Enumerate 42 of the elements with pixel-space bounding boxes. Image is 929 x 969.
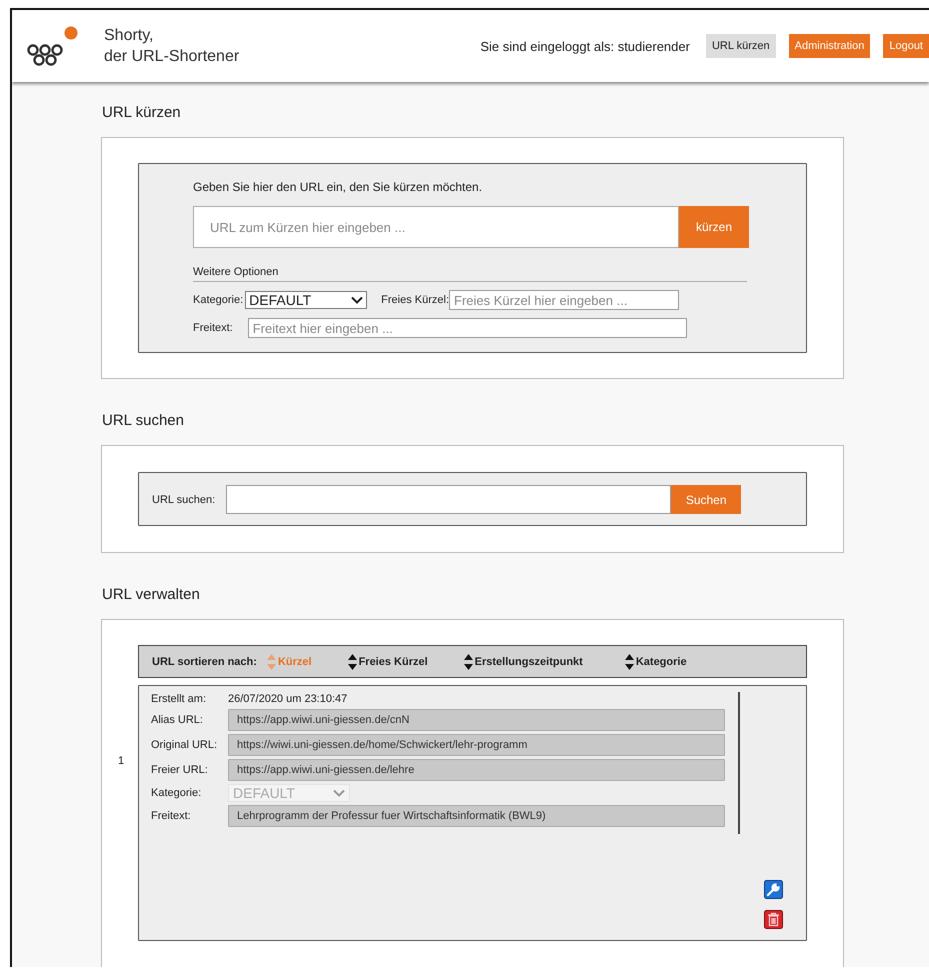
sort-label: URL sortieren nach:: [152, 656, 257, 668]
sort-option[interactable]: Erstellungszeitpunkt: [464, 654, 583, 670]
section-title: URL kürzen: [102, 104, 182, 121]
readonly-field: https://app.wiwi.uni-giessen.de/lehre: [228, 759, 725, 781]
chevron-down-icon: [351, 296, 364, 304]
sort-icon: [348, 654, 357, 670]
readonly-field: Lehrprogramm der Professur fuer Wirtschaftsinformatik (BWL9): [228, 805, 725, 827]
app-title: Shorty, der URL-Shortener: [104, 26, 240, 67]
login-status: Sie sind eingeloggt als: studierender: [480, 38, 690, 54]
sort-option[interactable]: Freies Kürzel: [348, 654, 428, 670]
field-label: Original URL:: [151, 739, 218, 751]
field-label: URL suchen:: [152, 494, 216, 506]
category-select: DEFAULT: [228, 784, 350, 802]
search-input[interactable]: [226, 485, 672, 514]
field-label: Alias URL:: [151, 714, 204, 726]
section-title: URL suchen: [102, 412, 185, 429]
sort-icon: [266, 654, 276, 670]
readonly-field: https://app.wiwi.uni-giessen.de/cnN: [228, 709, 725, 731]
sort-option[interactable]: Kategorie: [624, 654, 687, 670]
category-select[interactable]: DEFAULT: [245, 291, 368, 309]
instruction-text: Geben Sie hier den URL ein, den Sie kürzen möchten.: [193, 180, 484, 194]
field-label: Kategorie:: [193, 294, 244, 306]
delete-trash-icon[interactable]: [764, 910, 783, 929]
chevron-down-icon: [333, 789, 345, 797]
alias-input[interactable]: Freies Kürzel hier eingeben ...: [449, 290, 680, 310]
field-label: Freitext:: [151, 810, 192, 822]
sort-icon: [624, 654, 634, 670]
section-title: URL verwalten: [102, 586, 201, 603]
url-input[interactable]: URL zum Kürzen hier eingeben ...: [193, 206, 679, 248]
sort-icon: [464, 654, 473, 670]
field-label: Erstellt am:: [151, 693, 208, 705]
field-label: Freitext:: [193, 322, 233, 334]
edit-wrench-icon[interactable]: [764, 880, 783, 899]
freetext-input[interactable]: Freitext hier eingeben ...: [248, 318, 687, 338]
options-heading: Weitere Optionen: [193, 266, 747, 282]
nav-button[interactable]: URL kürzen: [706, 34, 776, 58]
field-label: Kategorie:: [151, 787, 202, 799]
readonly-field: https://wiwi.uni-giessen.de/home/Schwickert/lehr-programm: [228, 734, 725, 756]
row-number: 1: [118, 755, 124, 767]
field-label: Freies Kürzel:: [381, 294, 450, 306]
date-text: 26/07/2020 um 23:10:47: [228, 692, 348, 706]
field-label: Freier URL:: [151, 764, 209, 776]
